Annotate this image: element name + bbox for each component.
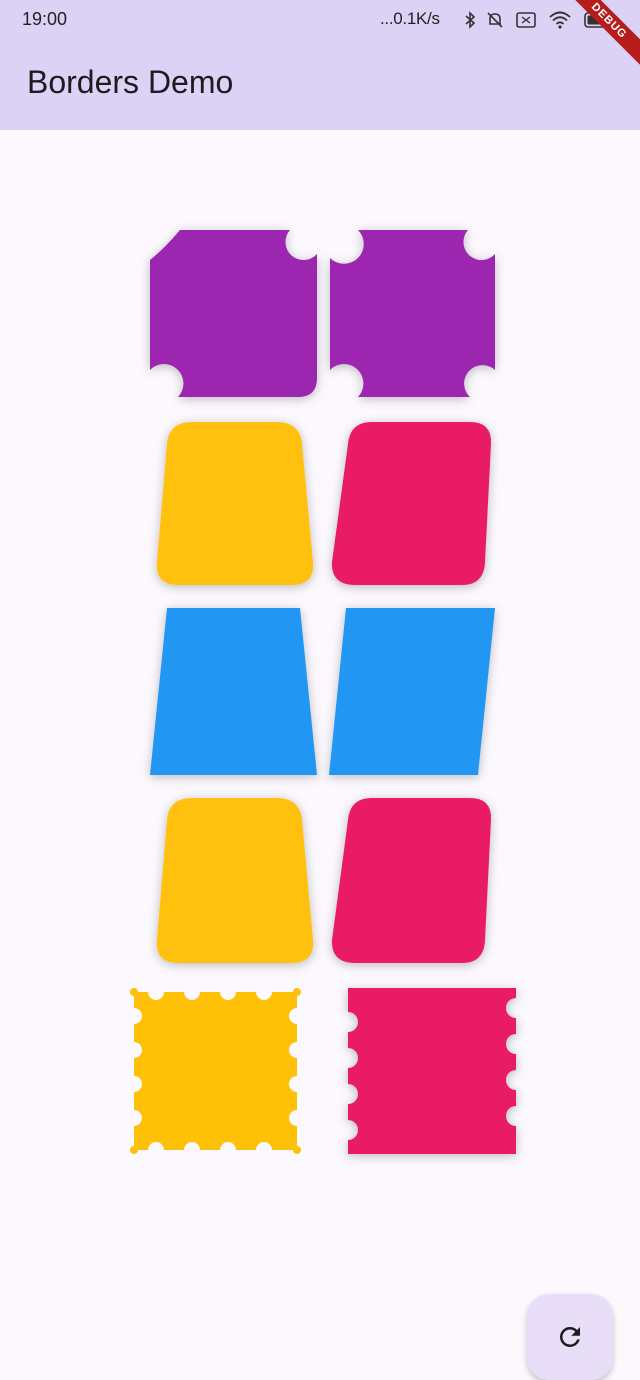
- amber-trapezoid-shape-2: [156, 798, 314, 963]
- bluetooth-icon: [465, 11, 476, 29]
- network-speed: ...0.1K/s: [380, 9, 440, 28]
- amber-stamp-shape: [134, 992, 297, 1150]
- pink-skewed-shape: [331, 422, 492, 585]
- blue-parallelogram-shape: [329, 608, 495, 775]
- app-bar: Borders Demo: [0, 40, 640, 130]
- status-icons: ...0.1K/s: [380, 8, 612, 32]
- purple-beveled-shape-left: [150, 230, 317, 397]
- pink-skewed-shape-2: [331, 798, 492, 963]
- mute-icon: [487, 12, 503, 28]
- pink-ticket-shape: [348, 988, 516, 1154]
- wifi-icon: [549, 11, 571, 29]
- status-time: 19:00: [22, 9, 68, 29]
- refresh-icon: [560, 1327, 580, 1347]
- purple-beveled-shape-right: [330, 230, 495, 397]
- shape-grid: [130, 230, 516, 1154]
- blue-trapezoid-shape: [150, 608, 317, 775]
- status-bar: 19:00 ...0.1K/s: [0, 0, 640, 40]
- content-area: [0, 130, 640, 1380]
- sim-icon: [516, 12, 536, 28]
- refresh-button[interactable]: [527, 1294, 613, 1380]
- amber-trapezoid-shape: [156, 422, 314, 585]
- page-title: Borders Demo: [27, 64, 234, 100]
